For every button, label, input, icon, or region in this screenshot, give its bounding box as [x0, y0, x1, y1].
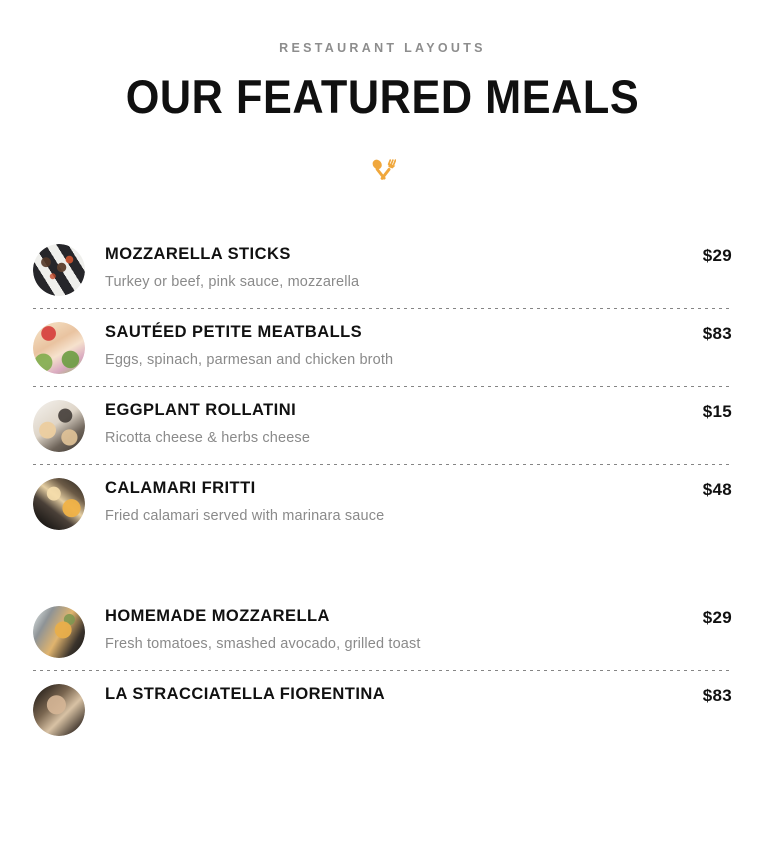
- fork-and-spoon-icon: [0, 153, 765, 187]
- menu-item-price: $29: [702, 607, 732, 627]
- menu-item-name: EGGPLANT ROLLATINI: [105, 400, 297, 419]
- menu-item[interactable]: HOMEMADE MOZZARELLA Fresh tomatoes, smas…: [33, 593, 732, 670]
- menu-item[interactable]: SAUTÉED PETITE MEATBALLS Eggs, spinach, …: [33, 309, 732, 386]
- featured-meals-page: RESTAURANT LAYOUTS OUR FEATURED MEALS MO…: [0, 0, 765, 857]
- menu-item-description: Fried calamari served with marinara sauc…: [105, 507, 385, 524]
- menu-item[interactable]: EGGPLANT ROLLATINI Ricotta cheese & herb…: [33, 387, 732, 464]
- menu-item-price: $15: [702, 401, 732, 421]
- page-header: RESTAURANT LAYOUTS OUR FEATURED MEALS: [0, 0, 765, 187]
- menu-item-thumbnail: [33, 399, 85, 452]
- menu-item-name: LA STRACCIATELLA FIORENTINA: [105, 684, 386, 703]
- item-separator: [33, 463, 732, 465]
- menu-item-body: CALAMARI FRITTI Fried calamari served wi…: [85, 476, 686, 525]
- menu-item-price: $48: [702, 479, 732, 499]
- menu-item-name: SAUTÉED PETITE MEATBALLS: [105, 322, 363, 341]
- menu-item-price: $83: [702, 323, 732, 343]
- menu-item-body: HOMEMADE MOZZARELLA Fresh tomatoes, smas…: [85, 604, 686, 653]
- menu-item-price: $83: [702, 685, 732, 705]
- menu-item-description: Eggs, spinach, parmesan and chicken brot…: [105, 351, 394, 368]
- menu-item-name: CALAMARI FRITTI: [105, 478, 256, 497]
- menu-item[interactable]: LA STRACCIATELLA FIORENTINA $83: [33, 671, 732, 748]
- menu-item-body: EGGPLANT ROLLATINI Ricotta cheese & herb…: [85, 398, 686, 447]
- menu-list: MOZZARELLA STICKS Turkey or beef, pink s…: [0, 231, 765, 748]
- section-eyebrow: RESTAURANT LAYOUTS: [279, 41, 486, 55]
- menu-group: HOMEMADE MOZZARELLA Fresh tomatoes, smas…: [33, 593, 732, 748]
- menu-group: MOZZARELLA STICKS Turkey or beef, pink s…: [33, 231, 732, 542]
- menu-item-thumbnail: [33, 605, 85, 658]
- menu-item-description: Turkey or beef, pink sauce, mozzarella: [105, 273, 360, 290]
- menu-item-price: $29: [702, 245, 732, 265]
- page-title: OUR FEATURED MEALS: [125, 69, 640, 123]
- menu-item-body: MOZZARELLA STICKS Turkey or beef, pink s…: [85, 242, 686, 291]
- menu-item-name: MOZZARELLA STICKS: [105, 244, 291, 263]
- menu-item-name: HOMEMADE MOZZARELLA: [105, 606, 330, 625]
- menu-item[interactable]: CALAMARI FRITTI Fried calamari served wi…: [33, 465, 732, 542]
- menu-item-thumbnail: [33, 683, 85, 736]
- item-separator: [33, 307, 732, 309]
- item-separator: [33, 669, 732, 671]
- menu-item-thumbnail: [33, 321, 85, 374]
- menu-item-thumbnail: [33, 243, 85, 296]
- menu-item-body: SAUTÉED PETITE MEATBALLS Eggs, spinach, …: [85, 320, 686, 369]
- menu-item-description: Fresh tomatoes, smashed avocado, grilled…: [105, 635, 421, 652]
- menu-item-thumbnail: [33, 477, 85, 530]
- item-separator: [33, 385, 732, 387]
- menu-item-description: Ricotta cheese & herbs cheese: [105, 429, 311, 446]
- menu-item[interactable]: MOZZARELLA STICKS Turkey or beef, pink s…: [33, 231, 732, 308]
- menu-item-body: LA STRACCIATELLA FIORENTINA: [85, 682, 686, 713]
